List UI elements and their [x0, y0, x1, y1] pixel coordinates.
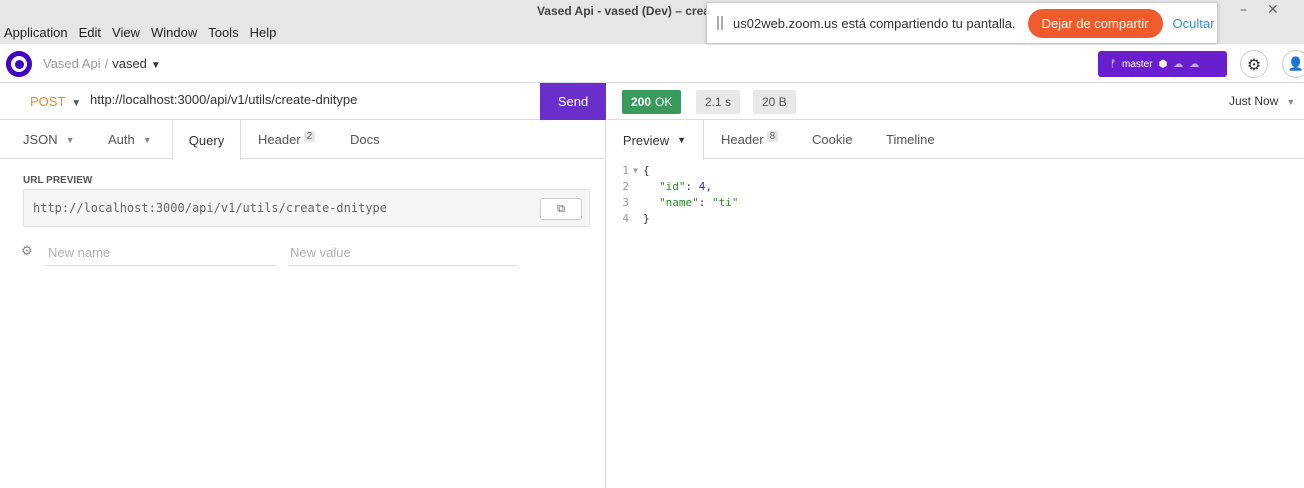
send-button[interactable]: Send: [540, 83, 606, 120]
code-key: "name": [659, 196, 699, 209]
method-label: POST: [30, 94, 66, 109]
menu-view[interactable]: View: [112, 25, 140, 40]
menu-application[interactable]: Application: [4, 25, 68, 40]
line-number: 3: [622, 196, 629, 209]
tab-label: Query: [188, 132, 225, 148]
request-panel: POST ▼ Send JSON ▼ Auth ▼ Query Header2 Doc…: [0, 83, 606, 488]
status-text: OK: [655, 95, 673, 109]
chevron-down-icon: ▼: [677, 135, 687, 145]
code-line: 3 "name": "ti": [607, 195, 1304, 211]
code-line: 4}: [607, 211, 1304, 227]
breadcrumb: Vased Api / vased ▼: [43, 56, 161, 71]
push-icon: ☁: [1189, 58, 1200, 70]
code-line: 1 ▼{: [607, 163, 1304, 179]
tab-label: JSON: [23, 132, 58, 147]
chevron-down-icon[interactable]: ▼: [151, 60, 161, 71]
hide-banner-link[interactable]: Ocultar: [1173, 16, 1215, 31]
tab-timeline[interactable]: Timeline: [886, 120, 935, 159]
tab-query[interactable]: Query: [172, 120, 241, 160]
code-key: "id": [659, 180, 686, 193]
fold-icon[interactable]: ▼: [633, 163, 643, 179]
tab-auth[interactable]: Auth ▼: [108, 120, 152, 159]
close-icon[interactable]: ✕: [1267, 2, 1279, 18]
copy-url-button[interactable]: ⧉: [540, 198, 582, 220]
status-code: 200: [631, 95, 652, 109]
breadcrumb-project[interactable]: Vased Api: [43, 56, 101, 71]
url-bar: POST ▼ Send: [0, 83, 606, 120]
app-header: Vased Api / vased ▼ ᚠ master ⬢ ☁ ☁ ⚙ 👤: [0, 45, 1304, 83]
menu-tools[interactable]: Tools: [208, 25, 238, 40]
response-time-badge: 2.1 s: [696, 90, 741, 114]
commit-icon: ⬢: [1158, 58, 1168, 70]
code-text: }: [643, 212, 650, 225]
tab-label: Cookie: [812, 132, 853, 147]
line-number: 1: [622, 164, 629, 177]
menu-help[interactable]: Help: [250, 25, 277, 40]
branch-icon: ᚠ: [1110, 58, 1116, 70]
tab-label: Preview: [622, 132, 670, 148]
drag-handle-icon[interactable]: [717, 16, 723, 30]
menu-bar: Application Edit View Window Tools Help: [4, 25, 287, 40]
workspace-selector[interactable]: vased: [112, 56, 147, 71]
share-message: us02web.zoom.us está compartiendo tu pan…: [733, 15, 1016, 31]
tab-preview[interactable]: Preview ▼: [606, 120, 704, 160]
response-body-viewer[interactable]: 1 ▼{ 2 "id": 4, 3 "name": "ti" 4}: [607, 163, 1304, 227]
response-status-bar: 200 OK 2.1 s 20 B Just Now ▼: [607, 83, 1304, 120]
chevron-down-icon: ▼: [1286, 97, 1296, 107]
url-preview-box: http://localhost:3000/api/v1/utils/creat…: [23, 189, 590, 227]
header-count-badge: 8: [766, 131, 779, 142]
url-input[interactable]: [90, 92, 530, 107]
tab-label: Auth: [108, 132, 135, 147]
minimize-icon[interactable]: –: [1240, 2, 1247, 18]
tab-label: Timeline: [886, 132, 935, 147]
status-badge: 200 OK: [622, 90, 682, 114]
tab-response-header[interactable]: Header 8: [721, 120, 779, 159]
method-selector[interactable]: POST ▼: [30, 94, 81, 109]
menu-edit[interactable]: Edit: [79, 25, 101, 40]
response-panel: 200 OK 2.1 s 20 B Just Now ▼ Preview ▼ Head…: [606, 83, 1304, 488]
param-settings-icon[interactable]: ⚙: [21, 244, 33, 259]
code-value: "ti": [712, 196, 739, 209]
param-name-input[interactable]: [45, 239, 277, 266]
branch-name: master: [1122, 58, 1153, 70]
tab-label: Header: [258, 132, 301, 147]
tab-body-json[interactable]: JSON ▼: [23, 120, 75, 159]
screen-share-banner: us02web.zoom.us está compartiendo tu pan…: [706, 2, 1218, 44]
response-tabs: Preview ▼ Header 8 Cookie Timeline: [606, 120, 1304, 160]
breadcrumb-separator: /: [104, 56, 109, 71]
tab-cookie[interactable]: Cookie: [812, 120, 852, 159]
chevron-down-icon: ▼: [142, 134, 152, 145]
line-number: 2: [622, 180, 629, 193]
tab-label: Header: [721, 132, 764, 147]
url-preview-label: URL PREVIEW: [23, 175, 93, 186]
tab-header[interactable]: Header 2: [258, 120, 316, 159]
line-number: 4: [622, 212, 629, 225]
tab-docs[interactable]: Docs: [350, 120, 380, 159]
pull-icon: ☁: [1173, 58, 1184, 70]
account-icon[interactable]: 👤: [1282, 50, 1304, 78]
code-line: 2 "id": 4,: [607, 179, 1304, 195]
stop-sharing-button[interactable]: Dejar de compartir: [1027, 8, 1163, 38]
app-logo-icon[interactable]: [6, 51, 32, 77]
param-value-input[interactable]: [288, 239, 518, 266]
url-preview-text: http://localhost:3000/api/v1/utils/creat…: [33, 201, 388, 215]
git-branch-button[interactable]: ᚠ master ⬢ ☁ ☁: [1098, 51, 1227, 77]
settings-gear-icon[interactable]: ⚙: [1240, 50, 1268, 78]
history-label: Just Now: [1229, 94, 1279, 108]
menu-window[interactable]: Window: [151, 25, 197, 40]
chevron-down-icon: ▼: [71, 98, 82, 109]
copy-icon: ⧉: [557, 202, 565, 215]
code-text: {: [643, 164, 650, 177]
response-history-selector[interactable]: Just Now ▼: [1229, 94, 1295, 108]
tab-label: Docs: [350, 132, 380, 147]
code-value: 4,: [698, 180, 712, 193]
request-tabs: JSON ▼ Auth ▼ Query Header 2 Docs: [0, 120, 606, 160]
header-count-badge: 2: [303, 131, 316, 142]
response-size-badge: 20 B: [753, 90, 796, 114]
chevron-down-icon: ▼: [65, 134, 75, 145]
